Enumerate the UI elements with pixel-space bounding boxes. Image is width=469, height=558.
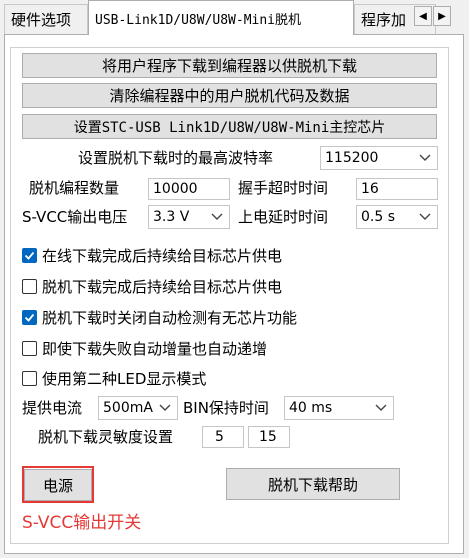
prog-count-label: 脱机编程数量: [29, 179, 120, 197]
prog-count-input[interactable]: 10000: [148, 178, 230, 200]
checkbox-label: 脱机下载完成后持续给目标芯片供电: [42, 278, 283, 296]
chevron-down-icon: [159, 404, 171, 411]
check-icon: [24, 251, 35, 260]
tab-bar: 硬件选项 USB-Link1D/U8W/U8W-Mini脱机 程序加 ◀ ▶: [0, 0, 469, 35]
checkbox-label: 在线下载完成后持续给目标芯片供电: [42, 247, 283, 265]
tab-usb-link-offline[interactable]: USB-Link1D/U8W/U8W-Mini脱机: [88, 0, 354, 35]
checkbox-box[interactable]: [22, 310, 37, 325]
baud-rate-value: 115200: [325, 150, 379, 166]
checkbox-keep-power-online[interactable]: 在线下载完成后持续给目标芯片供电: [22, 245, 282, 266]
tab-label: USB-Link1D/U8W/U8W-Mini脱机: [95, 12, 302, 28]
power-on-delay-select[interactable]: 0.5 s: [356, 205, 438, 229]
checkbox-label: 脱机下载时关闭自动检测有无芯片功能: [42, 309, 298, 327]
power-on-delay-label: 上电延时时间: [238, 208, 329, 226]
tab-scroll-right-button[interactable]: ▶: [433, 6, 451, 26]
checkbox-disable-auto-detect[interactable]: 脱机下载时关闭自动检测有无芯片功能: [22, 307, 297, 328]
supply-current-select[interactable]: 500mA: [98, 396, 178, 420]
handshake-timeout-value: 16: [361, 181, 379, 197]
tab-hardware-options[interactable]: 硬件选项: [4, 4, 88, 34]
checkbox-increment-on-failure[interactable]: 即使下载失败自动增量也自动递增: [22, 338, 267, 359]
checkbox-box[interactable]: [22, 279, 37, 294]
sensitivity-value-1: 5: [215, 429, 224, 445]
highlight-box: [22, 466, 94, 503]
handshake-timeout-label: 握手超时时间: [238, 179, 329, 197]
checkbox-keep-power-offline[interactable]: 脱机下载完成后持续给目标芯片供电: [22, 276, 282, 297]
clear-programmer-button[interactable]: 清除编程器中的用户脱机代码及数据: [22, 83, 437, 108]
bin-hold-label: BIN保持时间: [183, 399, 269, 417]
chevron-down-icon: [375, 404, 387, 411]
button-label: 脱机下载帮助: [267, 475, 358, 494]
sensitivity-value-2: 15: [259, 429, 277, 445]
bin-hold-value: 40 ms: [289, 400, 333, 416]
tab-label: 程序加: [361, 11, 407, 29]
baud-rate-label: 设置脱机下载时的最高波特率: [78, 149, 274, 167]
checkbox-label: 使用第二种LED显示模式: [42, 370, 207, 388]
tab-scroll-left-button[interactable]: ◀: [414, 6, 432, 26]
set-master-chip-button[interactable]: 设置STC-USB Link1D/U8W/U8W-Mini主控芯片: [22, 114, 437, 139]
chevron-left-icon: ◀: [419, 10, 427, 22]
chevron-down-icon: [419, 154, 431, 161]
tab-label: 硬件选项: [11, 11, 72, 29]
checkbox-box[interactable]: [22, 248, 37, 263]
supply-current-label: 提供电流: [22, 399, 83, 417]
supply-current-value: 500mA: [103, 400, 153, 416]
checkbox-box[interactable]: [22, 341, 37, 356]
button-label: 清除编程器中的用户脱机代码及数据: [109, 87, 350, 105]
svcc-voltage-label: S-VCC输出电压: [22, 208, 128, 226]
checkbox-second-led-mode[interactable]: 使用第二种LED显示模式: [22, 368, 206, 389]
annotation-text: S-VCC输出开关: [22, 513, 142, 533]
svcc-voltage-select[interactable]: 3.3 V: [148, 205, 230, 229]
sensitivity-input-1[interactable]: 5: [202, 426, 244, 448]
chevron-down-icon: [211, 213, 223, 220]
check-icon: [24, 313, 35, 322]
sensitivity-label: 脱机下载灵敏度设置: [38, 428, 174, 446]
button-label: 将用户程序下载到编程器以供脱机下载: [101, 57, 357, 75]
download-to-programmer-button[interactable]: 将用户程序下载到编程器以供脱机下载: [22, 53, 437, 78]
power-on-delay-value: 0.5 s: [361, 209, 396, 225]
bin-hold-select[interactable]: 40 ms: [284, 396, 394, 420]
sensitivity-input-2[interactable]: 15: [248, 426, 290, 448]
chevron-down-icon: [419, 213, 431, 220]
prog-count-value: 10000: [153, 181, 198, 197]
checkbox-label: 即使下载失败自动增量也自动递增: [42, 340, 268, 358]
chevron-right-icon: ▶: [438, 10, 446, 22]
offline-help-button[interactable]: 脱机下载帮助: [226, 468, 400, 500]
handshake-timeout-input[interactable]: 16: [356, 178, 438, 200]
button-label: 设置STC-USB Link1D/U8W/U8W-Mini主控芯片: [73, 119, 386, 136]
baud-rate-select[interactable]: 115200: [320, 146, 438, 170]
checkbox-box[interactable]: [22, 371, 37, 386]
svcc-voltage-value: 3.3 V: [153, 209, 190, 225]
